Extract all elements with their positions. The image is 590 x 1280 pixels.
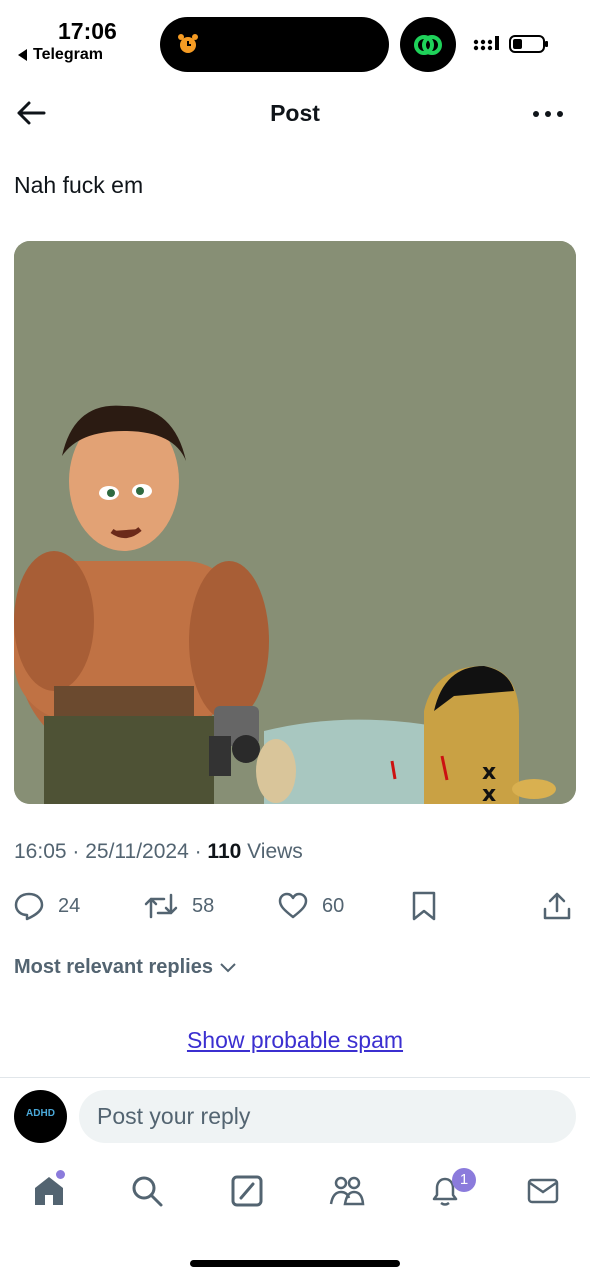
views-count: 110 — [207, 840, 242, 863]
tab-messages[interactable] — [518, 1166, 568, 1216]
post-image[interactable]: x x — [14, 241, 576, 804]
replies-sort-dropdown[interactable]: Most relevant replies — [14, 956, 237, 979]
status-bar: 17:06 Telegram — [0, 0, 590, 80]
post-text: Nah fuck em — [14, 172, 144, 198]
heart-icon — [278, 892, 308, 919]
repost-icon — [144, 893, 178, 919]
post-actions: 24 58 60 — [0, 886, 590, 926]
mail-icon — [527, 1178, 559, 1204]
avatar[interactable]: ADHD — [14, 1090, 67, 1143]
reply-count: 24 — [58, 894, 81, 917]
battery-icon — [509, 35, 548, 53]
svg-text:x: x — [482, 782, 496, 804]
like-button[interactable]: 60 — [278, 886, 344, 926]
reply-bar: ADHD — [0, 1088, 590, 1146]
views-label: Views — [241, 840, 303, 863]
alarm-icon — [178, 34, 198, 53]
search-icon — [132, 1176, 163, 1207]
reply-icon — [14, 892, 44, 921]
post-timestamp: 16:05 · 25/11/2024 · — [14, 840, 208, 863]
dynamic-island — [160, 17, 389, 72]
bookmark-icon — [412, 891, 436, 921]
communities-icon — [329, 1176, 365, 1206]
live-activity — [400, 17, 456, 72]
more-options-icon[interactable] — [528, 106, 568, 122]
signal-icon — [473, 36, 499, 51]
home-unread-dot — [56, 1170, 65, 1179]
tab-home[interactable] — [24, 1166, 74, 1216]
tab-grok[interactable] — [222, 1166, 272, 1216]
post-header: Post — [0, 82, 590, 146]
back-app-label: Telegram — [33, 46, 103, 63]
show-probable-spam-link[interactable]: Show probable spam — [0, 1027, 590, 1054]
bottom-tab-bar — [0, 1166, 590, 1218]
tab-search[interactable] — [122, 1166, 172, 1216]
meme-illustration: x x — [14, 241, 576, 804]
back-triangle-icon — [18, 49, 27, 61]
repost-button[interactable]: 58 — [144, 886, 214, 926]
reply-button[interactable]: 24 — [14, 886, 80, 926]
divider — [0, 1077, 590, 1078]
bookmark-button[interactable] — [411, 886, 437, 926]
repost-count: 58 — [192, 894, 215, 917]
sort-label: Most relevant replies — [14, 956, 213, 978]
status-time: 17:06 — [58, 18, 117, 44]
tab-communities[interactable] — [322, 1166, 372, 1216]
avatar-text: ADHD — [26, 1108, 55, 1119]
share-icon — [543, 892, 571, 920]
share-button[interactable] — [542, 886, 572, 926]
page-title: Post — [270, 100, 320, 126]
like-count: 60 — [322, 894, 345, 917]
post-meta: 16:05 · 25/11/2024 · 110 Views — [14, 840, 303, 864]
chevron-down-icon — [220, 962, 236, 972]
home-icon — [35, 1177, 63, 1205]
grok-icon — [231, 1175, 263, 1207]
home-indicator[interactable] — [190, 1260, 400, 1267]
link-icon — [414, 35, 442, 55]
reply-input[interactable] — [79, 1090, 576, 1143]
notifications-badge: 1 — [452, 1168, 476, 1192]
back-to-app-link[interactable]: Telegram — [18, 46, 103, 64]
